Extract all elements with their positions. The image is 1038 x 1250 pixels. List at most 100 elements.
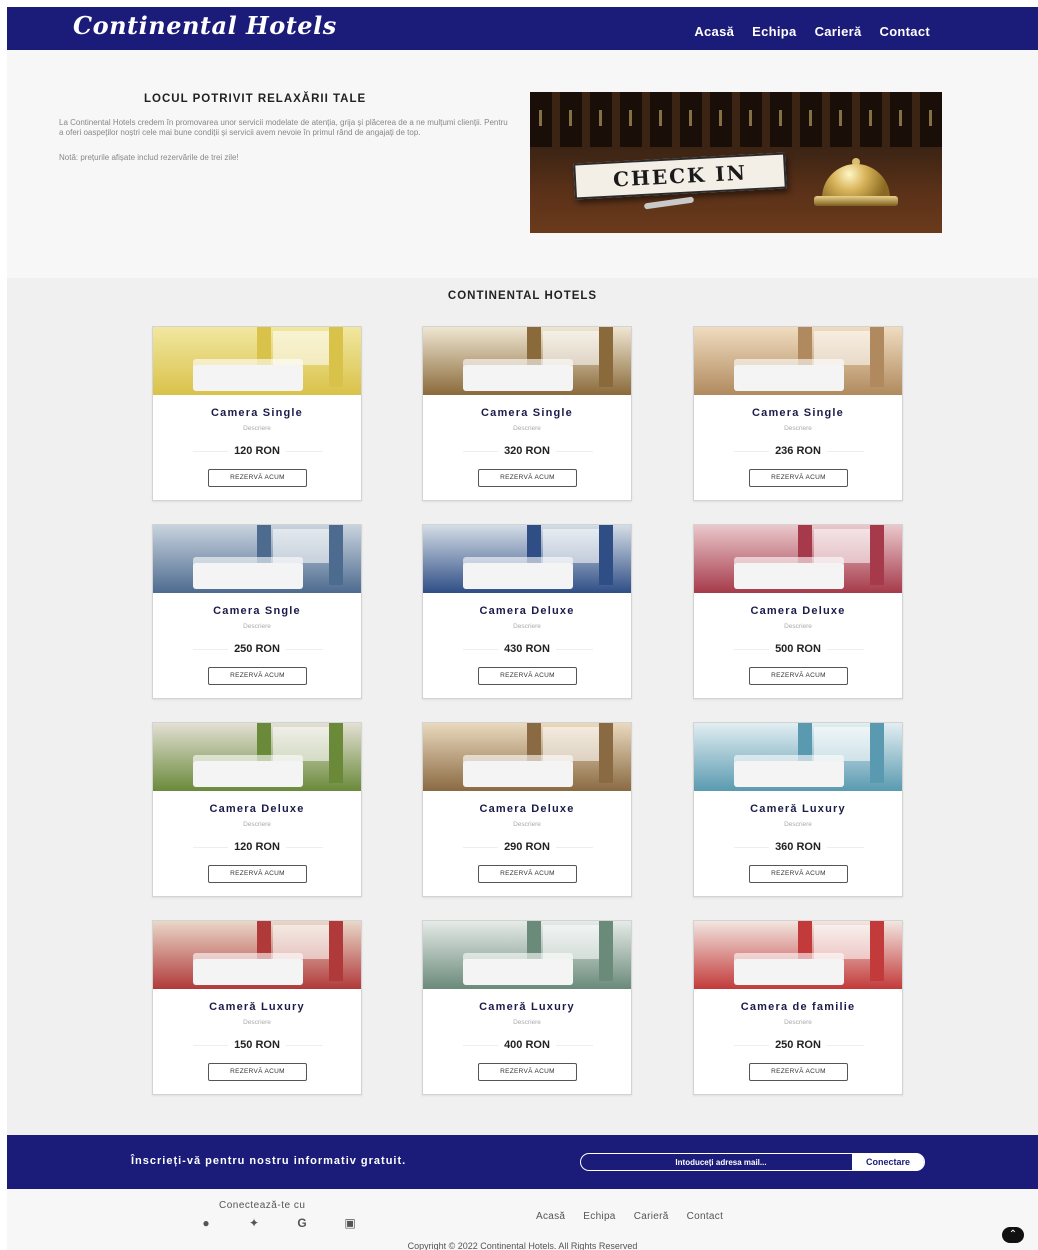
book-now-button[interactable]: REZERVĂ ACUM: [208, 1063, 307, 1081]
room-price: 290 RON: [423, 841, 631, 853]
room-card: Cameră Luxury Descriere 400 RON REZERVĂ ACU…: [422, 920, 632, 1095]
newsletter-bar: Înscrieți-vă pentru nostru informativ gr…: [7, 1135, 1038, 1189]
hero-note: Notă: prețurile afișate includ rezervări…: [59, 153, 239, 162]
room-photo: [423, 723, 631, 791]
room-photo: [153, 921, 361, 989]
google-icon[interactable]: G: [293, 1216, 311, 1230]
room-price: 250 RON: [153, 643, 361, 655]
book-now-button[interactable]: REZERVĂ ACUM: [208, 865, 307, 883]
nav-link-contact[interactable]: Contact: [880, 24, 931, 39]
room-photo: [153, 525, 361, 593]
room-photo: [423, 327, 631, 395]
room-title: Camera Deluxe: [479, 605, 575, 617]
connect-button[interactable]: Conectare: [852, 1153, 924, 1171]
email-input[interactable]: [591, 1154, 851, 1170]
room-card: Camera Deluxe Descriere 430 RON REZERVĂ ACU…: [422, 524, 632, 699]
room-price: 430 RON: [423, 643, 631, 655]
book-now-button[interactable]: REZERVĂ ACUM: [749, 865, 848, 883]
hero-title: LOCUL POTRIVIT RELAXĂRII TALE: [144, 93, 367, 105]
reception-bell-icon: [814, 158, 898, 206]
facebook-icon[interactable]: ●: [197, 1216, 215, 1230]
brand-logo[interactable]: Continental Hotels: [73, 11, 337, 40]
room-card: Camera Deluxe Descriere 120 RON REZERVĂ ACU…: [152, 722, 362, 897]
room-title: Camera Deluxe: [479, 803, 575, 815]
room-card: Cameră Luxury Descriere 360 RON REZERVĂ ACU…: [693, 722, 903, 897]
room-price: 150 RON: [153, 1039, 361, 1051]
room-description: Descriere: [243, 1019, 271, 1026]
room-title: Camera Deluxe: [209, 803, 305, 815]
check-in-sign: CHECK IN: [573, 152, 787, 200]
room-photo: [423, 921, 631, 989]
newsletter-text: Înscrieți-vă pentru nostru informativ gr…: [131, 1155, 407, 1167]
room-photo: [153, 327, 361, 395]
header: Continental Hotels Acasă Echipa Carieră …: [7, 7, 1038, 50]
book-now-button[interactable]: REZERVĂ ACUM: [478, 469, 577, 487]
room-description: Descriere: [513, 425, 541, 432]
hero-section: LOCUL POTRIVIT RELAXĂRII TALE La Contine…: [7, 50, 1038, 278]
scroll-to-top-button[interactable]: ⌃: [1002, 1227, 1024, 1243]
room-card: Cameră Luxury Descriere 150 RON REZERVĂ ACU…: [152, 920, 362, 1095]
book-now-button[interactable]: REZERVĂ ACUM: [478, 667, 577, 685]
room-title: Camera de familie: [740, 1001, 856, 1013]
page: Continental Hotels Acasă Echipa Carieră …: [7, 7, 1038, 1250]
room-description: Descriere: [513, 1019, 541, 1026]
room-description: Descriere: [243, 821, 271, 828]
room-title: Camera Single: [210, 407, 304, 419]
room-photo: [694, 525, 902, 593]
room-title: Camera Sngle: [213, 605, 301, 617]
footer-link-contact[interactable]: Contact: [687, 1211, 724, 1222]
book-now-button[interactable]: REZERVĂ ACUM: [478, 1063, 577, 1081]
room-photo: [153, 723, 361, 791]
room-title: Cameră Luxury: [750, 803, 846, 815]
social-links: ● ✦ G ▣: [197, 1216, 359, 1230]
rooms-section-title: CONTINENTAL HOTELS: [447, 290, 598, 302]
room-title: Cameră Luxury: [209, 1001, 305, 1013]
room-photo: [694, 921, 902, 989]
book-now-button[interactable]: REZERVĂ ACUM: [749, 1063, 848, 1081]
room-photo: [694, 723, 902, 791]
room-price: 120 RON: [153, 841, 361, 853]
room-card: Camera de familie Descriere 250 RON REZERVĂ…: [693, 920, 903, 1095]
nav-link-echipa[interactable]: Echipa: [752, 24, 796, 39]
nav-link-acasa[interactable]: Acasă: [694, 24, 734, 39]
book-now-button[interactable]: REZERVĂ ACUM: [749, 667, 848, 685]
room-card: Camera Deluxe Descriere 500 RON REZERVĂ ACU…: [693, 524, 903, 699]
key-slots: [530, 92, 942, 147]
room-card: Camera Deluxe Descriere 290 RON REZERVĂ ACU…: [422, 722, 632, 897]
room-description: Descriere: [784, 425, 812, 432]
key-icon: [643, 196, 695, 210]
instagram-icon[interactable]: ▣: [341, 1216, 359, 1230]
room-description: Descriere: [784, 1019, 812, 1026]
nav-link-cariera[interactable]: Carieră: [815, 24, 862, 39]
room-price: 400 RON: [423, 1039, 631, 1051]
footer-link-acasa[interactable]: Acasă: [536, 1211, 565, 1222]
room-title: Camera Single: [751, 407, 845, 419]
room-price: 360 RON: [694, 841, 902, 853]
room-description: Descriere: [243, 623, 271, 630]
book-now-button[interactable]: REZERVĂ ACUM: [749, 469, 848, 487]
room-description: Descriere: [784, 821, 812, 828]
room-price: 236 RON: [694, 445, 902, 457]
hero-image: CHECK IN: [530, 92, 942, 233]
book-now-button[interactable]: REZERVĂ ACUM: [478, 865, 577, 883]
room-card: Camera Sngle Descriere 250 RON REZERVĂ ACUM: [152, 524, 362, 699]
room-price: 120 RON: [153, 445, 361, 457]
footer-link-cariera[interactable]: Carieră: [634, 1211, 669, 1222]
room-card: Camera Single Descriere 320 RON REZERVĂ ACU…: [422, 326, 632, 501]
room-photo: [694, 327, 902, 395]
footer: Conectează-te cu ● ✦ G ▣ Acasă Echipa Ca…: [7, 1189, 1038, 1250]
room-title: Camera Deluxe: [750, 605, 846, 617]
room-description: Descriere: [513, 623, 541, 630]
room-title: Camera Single: [480, 407, 574, 419]
room-price: 250 RON: [694, 1039, 902, 1051]
room-price: 320 RON: [423, 445, 631, 457]
newsletter-form: Conectare: [580, 1153, 925, 1171]
book-now-button[interactable]: REZERVĂ ACUM: [208, 667, 307, 685]
room-card: Camera Single Descriere 120 RON REZERVĂ ACU…: [152, 326, 362, 501]
copyright: Copyright © 2022 Continental Hotels. All…: [407, 1241, 638, 1250]
book-now-button[interactable]: REZERVĂ ACUM: [208, 469, 307, 487]
twitter-icon[interactable]: ✦: [245, 1216, 263, 1230]
footer-link-echipa[interactable]: Echipa: [583, 1211, 615, 1222]
footer-nav: Acasă Echipa Carieră Contact: [536, 1211, 723, 1222]
room-description: Descriere: [243, 425, 271, 432]
